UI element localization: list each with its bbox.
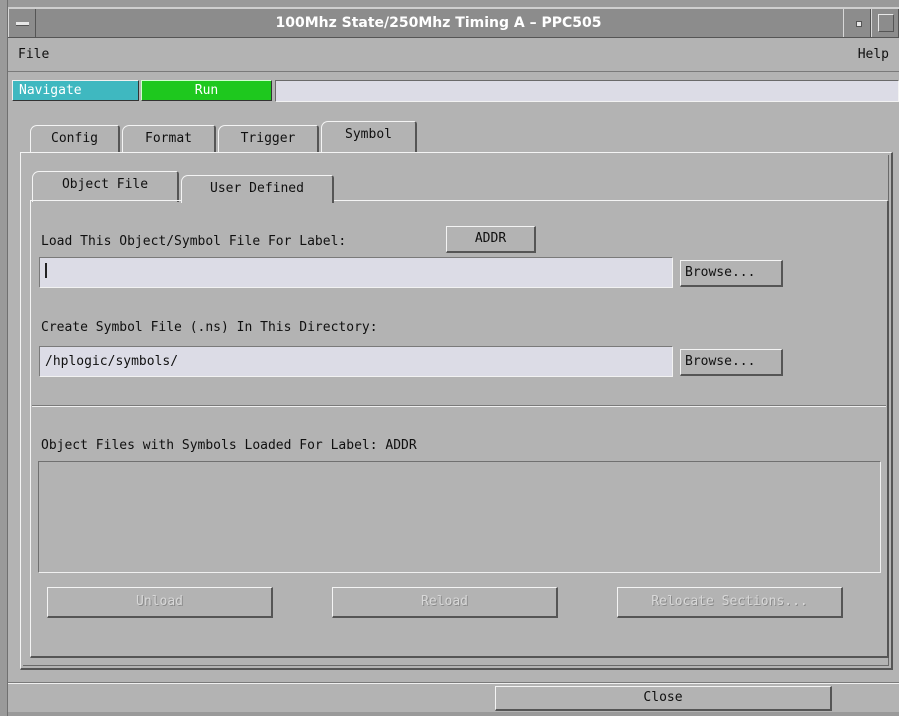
tab-trigger[interactable]: Trigger — [218, 125, 319, 153]
footer-separator — [8, 682, 899, 684]
reload-button[interactable]: Reload — [332, 587, 558, 618]
browse-symbol-dir-button[interactable]: Browse... — [680, 349, 783, 376]
window-menu-icon — [16, 22, 29, 26]
window-frame-top — [0, 0, 899, 8]
relocate-sections-button[interactable]: Relocate Sections... — [617, 587, 843, 618]
subtab-user-defined[interactable]: User Defined — [181, 175, 334, 203]
title-bar[interactable]: 100Mhz State/250Mhz Timing A – PPC505 — [8, 8, 899, 38]
maximize-icon — [878, 14, 894, 32]
close-button[interactable]: Close — [495, 686, 832, 711]
unload-button[interactable]: Unload — [47, 587, 273, 618]
window-menu-button[interactable] — [8, 9, 36, 37]
subtab-object-file[interactable]: Object File — [32, 171, 179, 202]
loaded-files-list[interactable] — [38, 461, 881, 573]
create-symbol-dir-label: Create Symbol File (.ns) In This Directo… — [41, 320, 378, 335]
minimize-icon — [856, 21, 862, 27]
text-cursor — [45, 263, 47, 278]
loaded-files-heading: Object Files with Symbols Loaded For Lab… — [41, 438, 417, 453]
maximize-button[interactable] — [871, 9, 899, 37]
window-frame-left — [0, 0, 8, 716]
label-select-button[interactable]: ADDR — [446, 226, 536, 253]
browse-object-file-button[interactable]: Browse... — [680, 260, 783, 287]
tab-config[interactable]: Config — [30, 125, 120, 153]
tab-format[interactable]: Format — [122, 125, 216, 153]
load-file-label: Load This Object/Symbol File For Label: — [41, 234, 347, 249]
navigate-button[interactable]: Navigate — [12, 80, 139, 101]
menu-bar: File Help — [8, 38, 899, 72]
symbol-directory-value: /hplogic/symbols/ — [45, 354, 179, 369]
minimize-button[interactable] — [843, 9, 871, 37]
menu-help[interactable]: Help — [858, 47, 889, 62]
logic-analyzer-window: 100Mhz State/250Mhz Timing A – PPC505 Fi… — [0, 0, 899, 716]
window-title: 100Mhz State/250Mhz Timing A – PPC505 — [275, 15, 602, 31]
tab-symbol[interactable]: Symbol — [321, 121, 417, 152]
menu-file[interactable]: File — [18, 47, 49, 62]
status-field — [275, 80, 899, 102]
run-button[interactable]: Run — [141, 80, 272, 101]
symbol-directory-input[interactable]: /hplogic/symbols/ — [39, 346, 673, 377]
object-file-path-input[interactable] — [39, 257, 673, 288]
section-divider — [32, 405, 886, 407]
window-frame-bottom — [8, 712, 899, 716]
